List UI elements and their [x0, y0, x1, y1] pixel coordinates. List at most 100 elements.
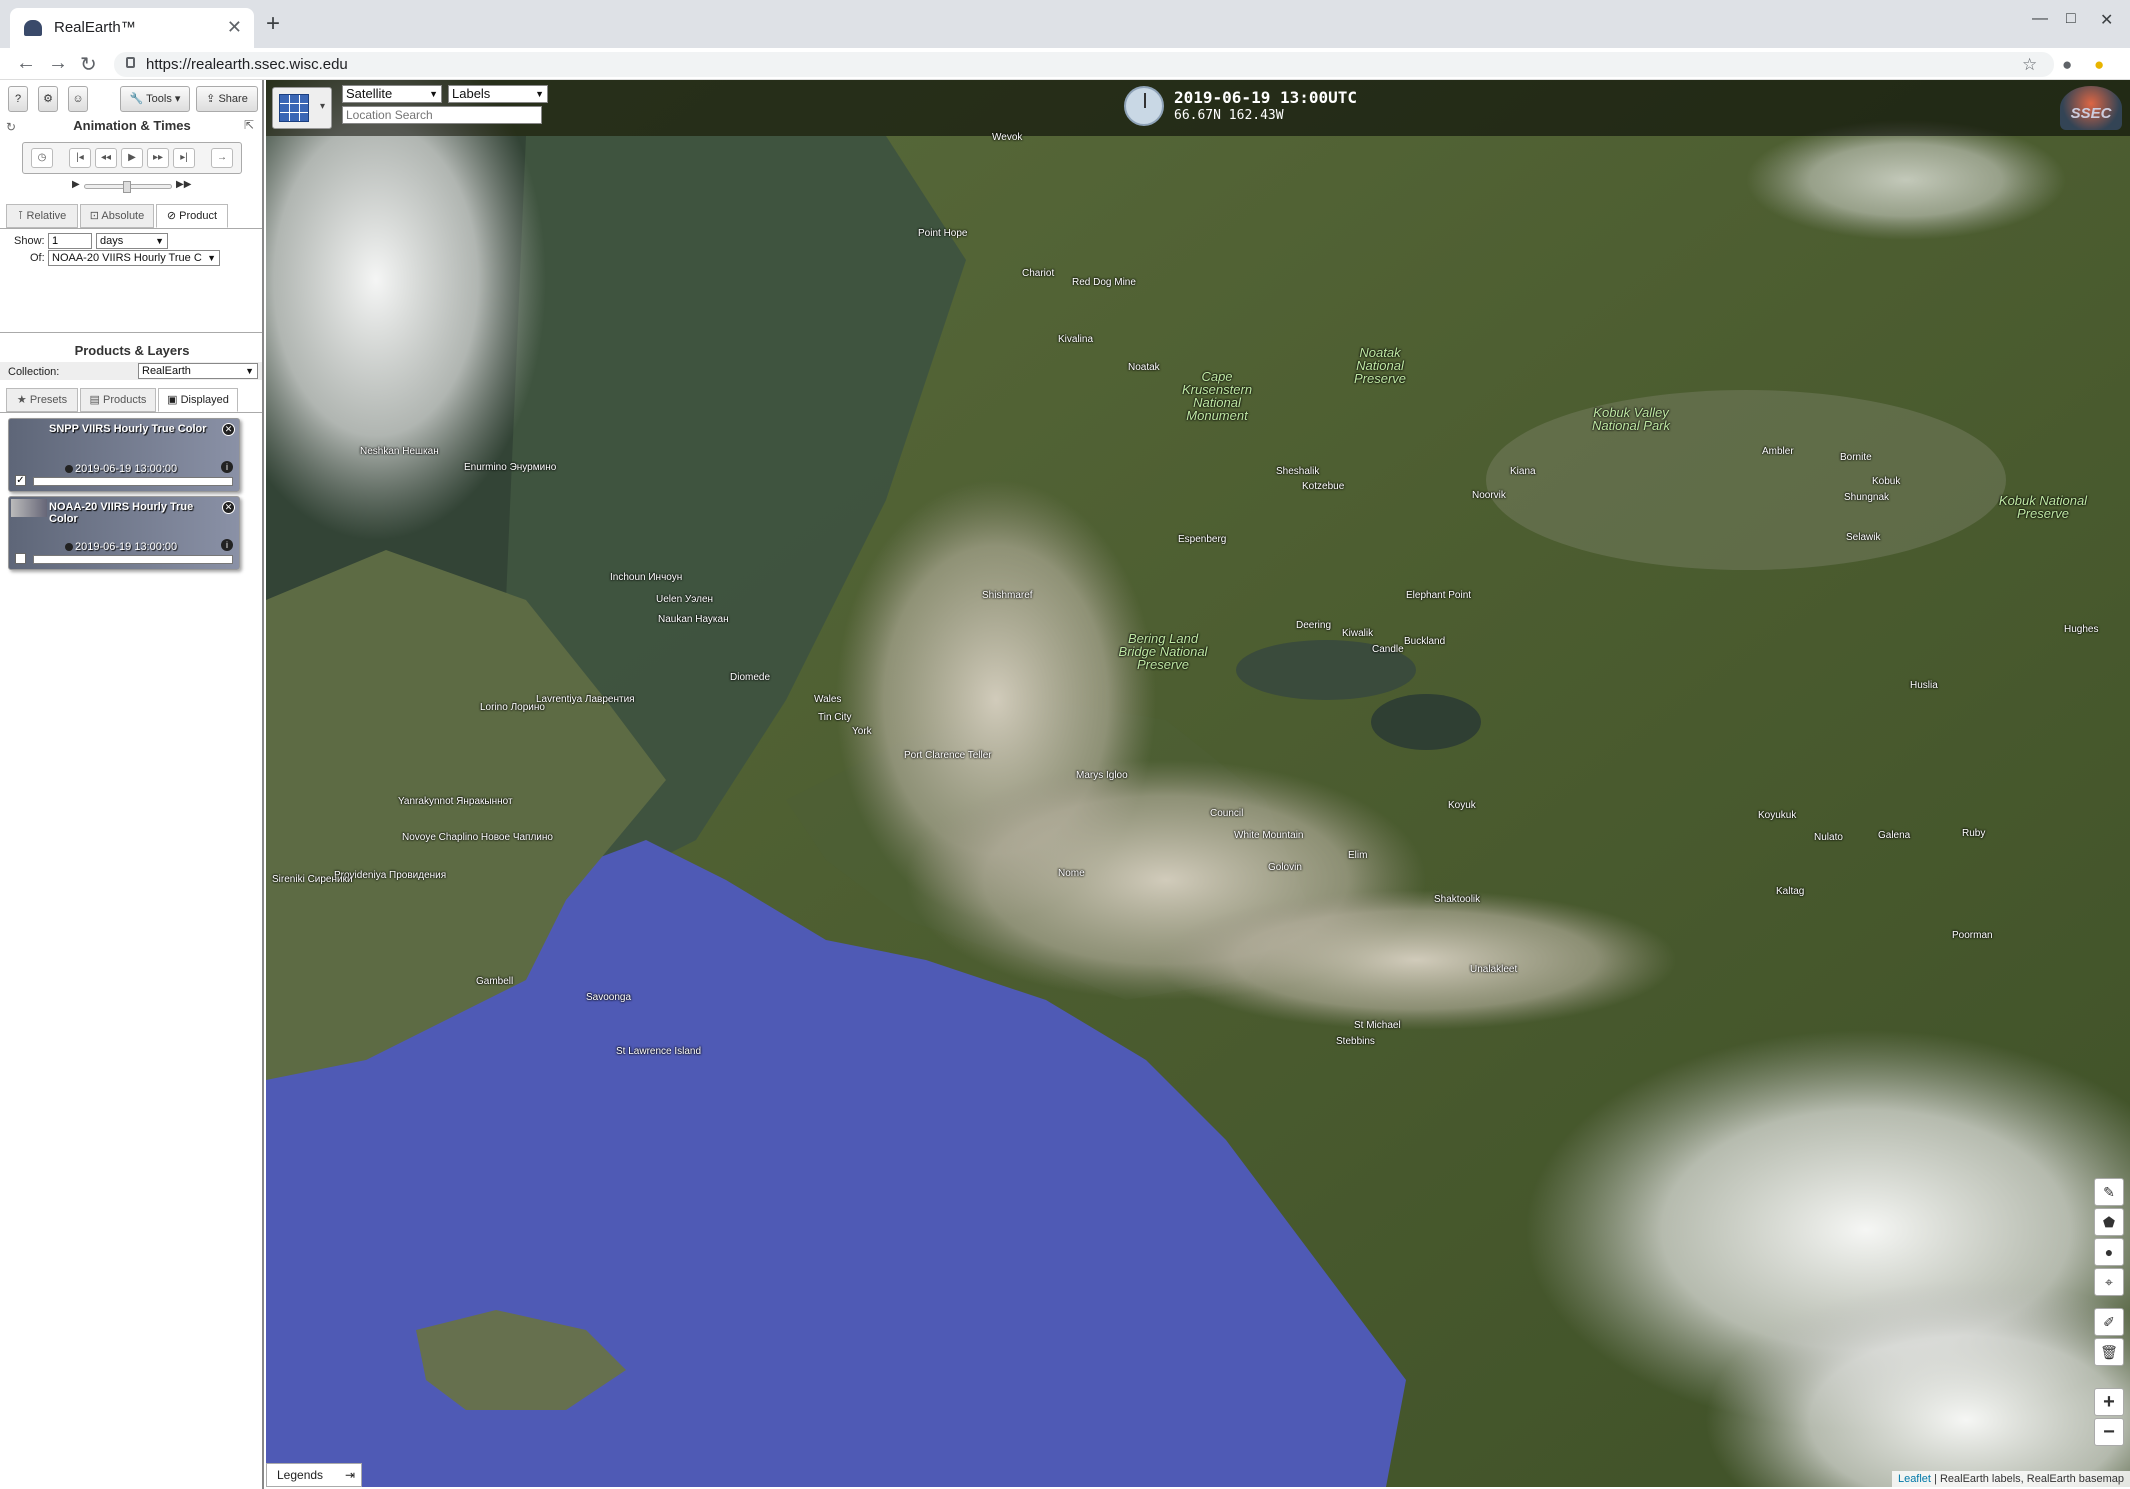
- info-icon[interactable]: i: [221, 461, 233, 473]
- park-label: Noatak National Preserve: [1353, 345, 1407, 386]
- maximize-icon[interactable]: □: [2066, 10, 2076, 28]
- first-frame-button[interactable]: |◂: [69, 148, 91, 168]
- place-label: Koyuk: [1448, 800, 1476, 811]
- collection-select[interactable]: RealEarth ▼: [138, 363, 258, 379]
- address-bar[interactable]: https://realearth.ssec.wisc.edu: [114, 52, 2054, 77]
- minimize-icon[interactable]: —: [2032, 10, 2048, 28]
- edit-icon[interactable]: ✐: [2094, 1308, 2124, 1336]
- leaflet-link[interactable]: Leaflet: [1898, 1473, 1931, 1485]
- place-label: Elephant Point: [1406, 590, 1472, 601]
- reload-icon[interactable]: ↻: [80, 52, 97, 77]
- share-button[interactable]: ⇪ Share: [196, 86, 258, 112]
- legends-button[interactable]: Legends ⇥: [266, 1463, 362, 1487]
- place-label: Sireniki Сиреники: [272, 874, 353, 885]
- clock-button[interactable]: ◷: [31, 148, 53, 168]
- layer-switcher-button[interactable]: ▾: [272, 87, 332, 129]
- tab-product[interactable]: ⊘ Product: [156, 204, 228, 228]
- labels-value: Labels: [452, 86, 491, 101]
- pin-icon: ⇥: [344, 1468, 355, 1482]
- place-label: Enurmino Энурмино: [464, 462, 557, 473]
- last-frame-button[interactable]: ▸|: [173, 148, 195, 168]
- forward-arrow-icon[interactable]: →: [48, 52, 68, 75]
- lock-icon: [126, 57, 135, 68]
- step-forward-button[interactable]: ▸▸: [147, 148, 169, 168]
- share-label: Share: [218, 93, 248, 105]
- browser-tab[interactable]: RealEarth™ ✕: [10, 8, 254, 48]
- layer-opacity-slider[interactable]: [33, 555, 233, 564]
- close-icon[interactable]: ✕: [222, 501, 235, 514]
- place-label: Novoye Chaplino Новое Чаплино: [402, 832, 553, 843]
- datetime-readout: 2019-06-19 13:00UTC: [1174, 88, 1358, 107]
- clock-icon: [1124, 86, 1164, 126]
- draw-circle-icon[interactable]: ●: [2094, 1238, 2124, 1266]
- layer-title: SNPP VIIRS Hourly True Color: [49, 423, 207, 435]
- place-label: Port Clarence Teller: [904, 750, 992, 761]
- grid-layers-icon: [279, 94, 309, 122]
- zoom-out-button[interactable]: −: [2094, 1418, 2124, 1446]
- animation-speed-slider[interactable]: ▶ ▶▶: [72, 179, 202, 193]
- slider-knob[interactable]: [123, 181, 131, 193]
- zoom-in-button[interactable]: +: [2094, 1388, 2124, 1416]
- tab-presets[interactable]: ★ Presets: [6, 388, 78, 412]
- new-tab-button[interactable]: +: [266, 10, 280, 38]
- help-button[interactable]: ?: [8, 86, 28, 112]
- ssec-logo[interactable]: SSEC: [2060, 86, 2122, 130]
- basemap-select[interactable]: Satellite ▼: [342, 85, 442, 103]
- close-tab-icon[interactable]: ✕: [227, 17, 242, 38]
- layer-title: NOAA-20 VIIRS Hourly True Color: [49, 501, 194, 525]
- close-icon[interactable]: ✕: [222, 423, 235, 436]
- map-view[interactable]: ▾ Satellite ▼ Labels ▼ 2019-06-19 13:00UTC…: [266, 80, 2130, 1487]
- user-button[interactable]: ☺: [68, 86, 88, 112]
- draw-line-icon[interactable]: ✎: [2094, 1178, 2124, 1206]
- tab-absolute[interactable]: ⊡ Absolute: [80, 204, 154, 228]
- place-label: Naukan Наукан: [658, 614, 729, 625]
- park-label: Kobuk Valley National Park: [1591, 405, 1671, 433]
- back-arrow-icon[interactable]: ←: [16, 52, 36, 75]
- show-unit-select[interactable]: days ▼: [96, 233, 168, 249]
- settings-button[interactable]: ⚙: [38, 86, 58, 112]
- tab-displayed[interactable]: ▣ Displayed: [158, 388, 238, 412]
- place-label: Neshkan Нешкан: [360, 446, 439, 457]
- layer-visibility-checkbox[interactable]: ✓: [15, 475, 26, 486]
- location-search-input[interactable]: [342, 106, 542, 124]
- cloud: [1746, 120, 2066, 240]
- tab-products[interactable]: ▤ Products: [80, 388, 156, 412]
- step-back-button[interactable]: ◂◂: [95, 148, 117, 168]
- layer-card-noaa20[interactable]: NOAA-20 VIIRS Hourly True Color ✕ 2019-0…: [8, 496, 240, 570]
- layer-card-snpp[interactable]: SNPP VIIRS Hourly True Color ✕ 2019-06-1…: [8, 418, 240, 492]
- chevron-down-icon: ▾: [319, 101, 325, 112]
- extension-icon[interactable]: ●: [2094, 55, 2104, 75]
- chevron-down-icon: ▼: [207, 253, 216, 263]
- slider-track[interactable]: [84, 181, 172, 193]
- bookmark-star-icon[interactable]: ☆: [2022, 55, 2037, 75]
- folder-icon: ▤: [89, 394, 100, 406]
- layer-opacity-slider[interactable]: [33, 477, 233, 486]
- draw-polygon-icon[interactable]: ⬟: [2094, 1208, 2124, 1236]
- tools-button[interactable]: 🔧 Tools ▾: [120, 86, 190, 112]
- place-label: Lavrentiya Лаврентия: [536, 694, 635, 705]
- place-label: Galena: [1878, 830, 1911, 841]
- pin-icon[interactable]: ⇱: [244, 118, 254, 132]
- profile-icon[interactable]: ●: [2062, 55, 2072, 75]
- close-window-icon[interactable]: ✕: [2100, 10, 2113, 30]
- layer-visibility-checkbox[interactable]: [15, 553, 26, 564]
- of-product-select[interactable]: NOAA-20 VIIRS Hourly True C ▼: [48, 250, 220, 266]
- place-label: Kivalina: [1058, 334, 1094, 345]
- show-count-input[interactable]: 1: [48, 233, 92, 249]
- info-icon[interactable]: i: [221, 539, 233, 551]
- tab-label: Products: [103, 394, 147, 406]
- play-button[interactable]: ▶: [121, 148, 143, 168]
- chevron-down-icon: ▾: [174, 93, 181, 105]
- loop-button[interactable]: →: [211, 148, 233, 168]
- animation-controls: ◷ |◂ ◂◂ ▶ ▸▸ ▸| →: [22, 142, 242, 174]
- tab-label: Absolute: [101, 210, 145, 222]
- map-attribution: Leaflet | RealEarth labels, RealEarth ba…: [1891, 1471, 2130, 1487]
- section-divider: [0, 332, 262, 333]
- labels-select[interactable]: Labels ▼: [448, 85, 548, 103]
- draw-marker-icon[interactable]: ⌖: [2094, 1268, 2124, 1296]
- tab-relative[interactable]: ⊺ Relative: [6, 204, 78, 228]
- trash-icon[interactable]: 🗑: [2094, 1338, 2124, 1366]
- collection-label: Collection:: [8, 366, 60, 378]
- place-label: Council: [1210, 808, 1244, 819]
- place-label: Noatak: [1128, 362, 1160, 373]
